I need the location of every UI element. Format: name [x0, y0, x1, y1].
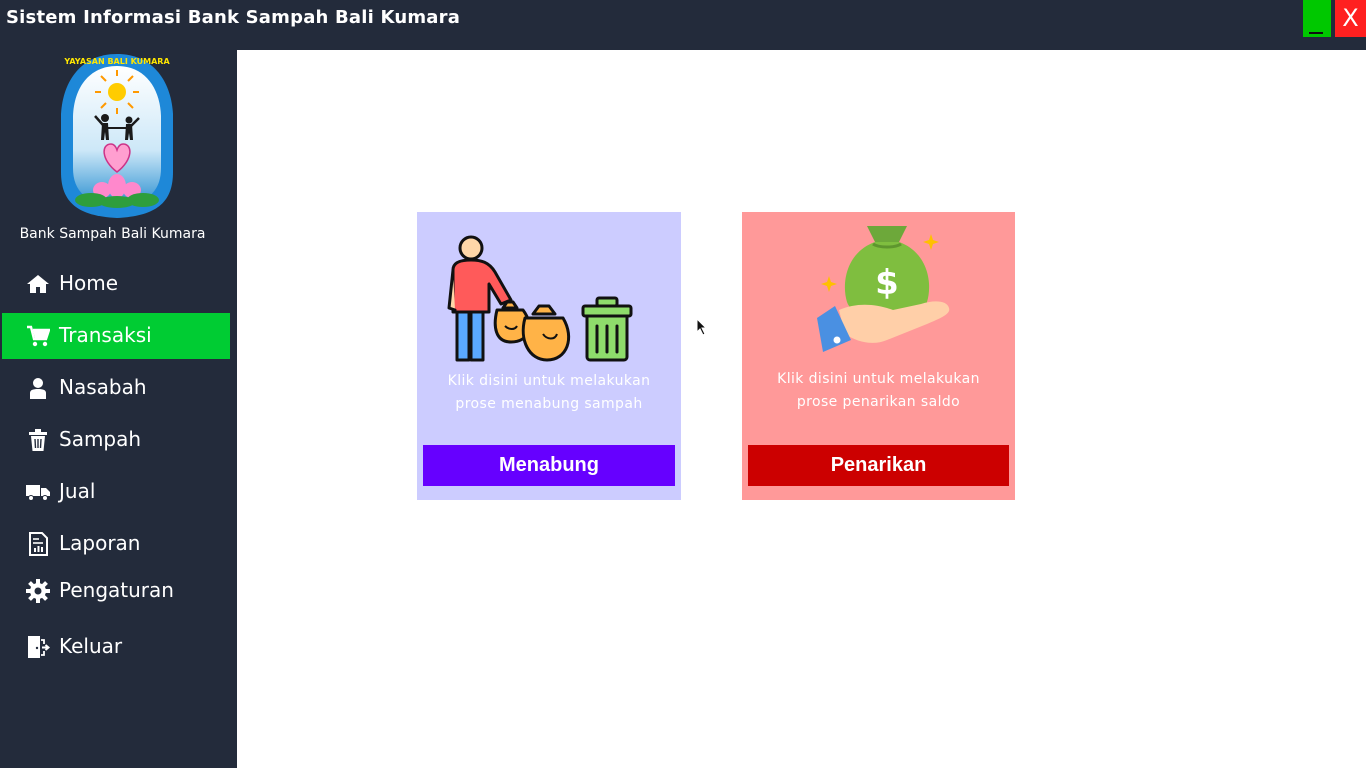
- sidebar-item-jual[interactable]: Jual: [2, 469, 230, 515]
- mouse-cursor-icon: [696, 318, 708, 336]
- sidebar-item-nasabah[interactable]: Nasabah: [2, 365, 230, 411]
- menabung-desc-line1: Klik disini untuk melakukan: [447, 373, 651, 389]
- penarikan-card[interactable]: $ Klik disini untuk melakukan prose pena…: [742, 212, 1015, 500]
- window-title: Sistem Informasi Bank Sampah Bali Kumara: [6, 7, 461, 28]
- sidebar-item-label: Sampah: [59, 427, 142, 451]
- sidebar-item-transaksi[interactable]: Transaksi: [2, 313, 230, 359]
- penarikan-desc-line1: Klik disini untuk melakukan: [777, 371, 980, 387]
- menabung-card[interactable]: Klik disini untuk melakukan prose menabu…: [417, 212, 681, 500]
- gear-icon: [26, 579, 50, 603]
- minimize-icon: [1309, 32, 1323, 34]
- main-panel: Klik disini untuk melakukan prose menabu…: [237, 50, 1366, 768]
- minimize-button[interactable]: [1303, 0, 1331, 37]
- sidebar-item-label: Laporan: [59, 531, 141, 555]
- menabung-button[interactable]: Menabung: [423, 445, 675, 486]
- penarikan-desc-line2: prose penarikan saldo: [796, 394, 961, 410]
- penarikan-description: Klik disini untuk melakukan prose penari…: [742, 368, 1015, 414]
- menabung-description: Klik disini untuk melakukan prose menabu…: [417, 370, 681, 416]
- cart-icon: [27, 325, 50, 347]
- sidebar-item-keluar[interactable]: Keluar: [2, 624, 230, 670]
- sidebar-item-label: Nasabah: [59, 375, 147, 399]
- close-button[interactable]: X: [1335, 0, 1366, 37]
- trash-icon: [29, 429, 47, 451]
- logo: YAYASAN BALI KUMARA: [57, 52, 177, 220]
- sidebar-item-pengaturan[interactable]: Pengaturan: [2, 568, 230, 614]
- sidebar-item-label: Pengaturan: [59, 578, 174, 602]
- logout-icon: [28, 636, 50, 658]
- sidebar-item-label: Jual: [59, 479, 96, 503]
- logo-text: YAYASAN BALI KUMARA: [63, 57, 170, 66]
- sidebar-item-sampah[interactable]: Sampah: [2, 417, 230, 463]
- report-icon: [29, 532, 48, 556]
- home-icon: [27, 275, 49, 293]
- sidebar: YAYASAN BALI KUMARA Bank Sampah Bali Kum…: [2, 50, 237, 768]
- sidebar-item-label: Home: [59, 271, 119, 295]
- sidebar-item-label: Keluar: [59, 634, 123, 658]
- sidebar-item-label: Transaksi: [59, 323, 152, 347]
- sidebar-item-laporan[interactable]: Laporan: [2, 521, 230, 567]
- truck-icon: [26, 485, 50, 501]
- title-bar: Sistem Informasi Bank Sampah Bali Kumara…: [0, 0, 1366, 50]
- menabung-desc-line2: prose menabung sampah: [455, 396, 643, 412]
- org-name: Bank Sampah Bali Kumara: [19, 226, 206, 242]
- svg-text:$: $: [875, 263, 899, 303]
- penarikan-button[interactable]: Penarikan: [748, 445, 1009, 486]
- person-trash-bags-icon: [447, 235, 633, 362]
- money-bag-hand-icon: $: [817, 226, 950, 352]
- sidebar-item-home[interactable]: Home: [2, 261, 230, 307]
- user-icon: [30, 378, 46, 399]
